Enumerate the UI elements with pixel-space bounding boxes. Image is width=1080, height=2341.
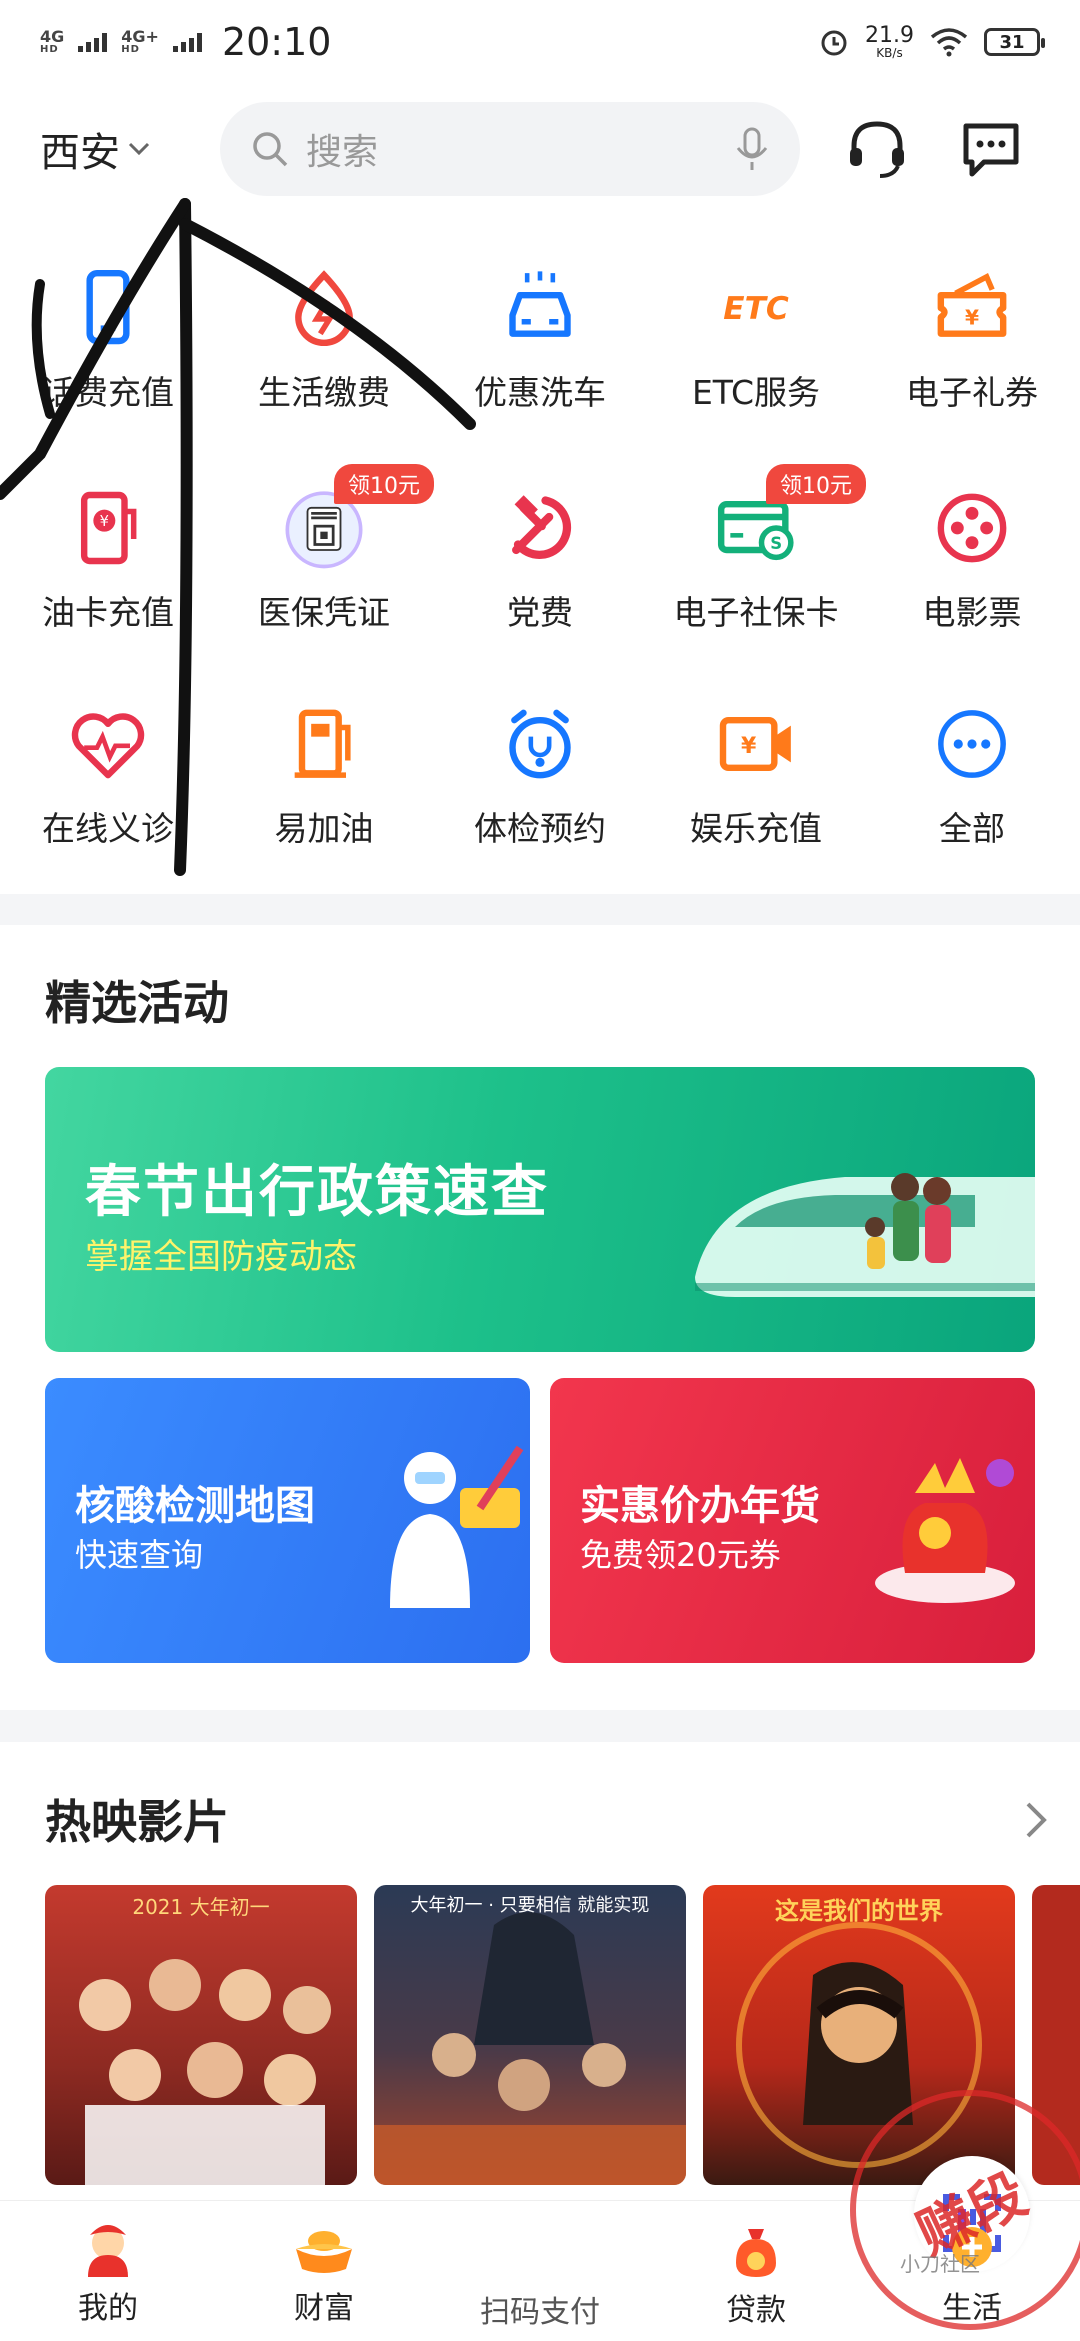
clock: 20:10 xyxy=(221,20,332,64)
film-poster-2[interactable]: 大年初一 · 只要相信 就能实现 xyxy=(374,1885,686,2185)
banner-title: 春节出行政策速查 xyxy=(85,1160,549,1225)
svg-text:ETC: ETC xyxy=(723,291,789,327)
medical-worker-illustration-icon xyxy=(390,1445,524,1608)
poster-text: 大年初一 · 只要相信 就能实现 xyxy=(410,1895,650,1916)
nav-label: 财富 xyxy=(294,2291,354,2326)
microphone-icon[interactable] xyxy=(734,126,770,172)
service-e-coupon[interactable]: ¥ 电子礼券 xyxy=(864,214,1080,414)
watermark-stamp: 赚段 xyxy=(850,2090,1080,2330)
svg-text:¥: ¥ xyxy=(741,734,757,759)
banner-new-year-goods[interactable]: 实惠价办年货 免费领20元券 xyxy=(550,1378,1035,1663)
service-grid: 话费充值 生活缴费 优惠洗车 ETC ETC服务 ¥ 电子礼券 ¥ 油卡充值 领… xyxy=(0,198,1080,894)
search-bar[interactable]: 搜索 xyxy=(220,102,800,196)
service-label: 电影票 xyxy=(922,593,1022,632)
more-icon xyxy=(938,710,1006,778)
nav-mine[interactable]: 我的 xyxy=(0,2201,216,2341)
film-poster-1[interactable]: 2021 大年初一 xyxy=(45,1885,357,2185)
banner-subtitle: 掌握全国防疫动态 xyxy=(85,1237,357,1277)
service-all[interactable]: 全部 xyxy=(864,650,1080,850)
banner-title: 实惠价办年货 xyxy=(580,1483,820,1529)
service-etc[interactable]: ETC ETC服务 xyxy=(648,214,864,414)
status-bar: 4G HD 4G+ HD 20:10 21.9 KB/s 31 xyxy=(0,0,1080,84)
wifi-icon xyxy=(930,28,968,57)
poster-text: 2021 大年初一 xyxy=(132,1895,270,1919)
nav-label: 扫码支付 xyxy=(480,2295,600,2330)
section-title: 精选活动 xyxy=(45,976,229,1030)
train-illustration-icon xyxy=(695,1173,1035,1297)
nav-label: 贷款 xyxy=(726,2293,786,2328)
service-social-security-card[interactable]: S 领10元 电子社保卡 xyxy=(648,434,866,634)
network-indicator-1: 4G HD xyxy=(40,29,64,55)
service-entertainment-topup[interactable]: ¥ 娱乐充值 xyxy=(648,650,864,850)
network-speed: 21.9 KB/s xyxy=(865,23,914,60)
banner-covid-test-map[interactable]: 核酸检测地图 快速查询 xyxy=(45,1378,530,1663)
message-icon[interactable] xyxy=(960,118,1022,180)
service-label: 全部 xyxy=(939,809,1005,848)
speed-value: 21.9 xyxy=(865,23,914,48)
network-sub: HD xyxy=(40,44,59,55)
money-bag-icon xyxy=(736,2229,776,2277)
banner-title: 核酸检测地图 xyxy=(75,1483,315,1529)
battery-icon: 31 xyxy=(984,28,1045,56)
chevron-down-icon xyxy=(128,142,150,156)
nav-label: 我的 xyxy=(78,2291,138,2326)
customer-service-icon[interactable] xyxy=(844,116,910,182)
network-sub: HD xyxy=(121,44,140,55)
poster-2-illustration-icon xyxy=(374,1912,686,2185)
city-label: 西安 xyxy=(40,130,120,176)
nav-wealth[interactable]: 财富 xyxy=(216,2201,432,2341)
alarm-icon xyxy=(821,30,847,56)
service-label: 电子礼券 xyxy=(906,373,1038,412)
nav-loan[interactable]: 贷款 xyxy=(648,2201,864,2341)
promo-badge: 领10元 xyxy=(766,464,866,504)
gift-bag-illustration-icon xyxy=(875,1458,1015,1603)
banner-subtitle: 免费领20元券 xyxy=(580,1536,781,1574)
service-label: ETC服务 xyxy=(691,373,821,412)
status-left: 4G HD 4G+ HD 20:10 xyxy=(40,20,331,64)
battery-level: 31 xyxy=(999,31,1025,53)
network-indicator-2: 4G+ HD xyxy=(121,29,159,55)
watermark-text: 小刀社区 xyxy=(900,2252,980,2276)
signal-icon xyxy=(172,32,202,52)
film-reel-icon xyxy=(937,493,1007,563)
svg-text:S: S xyxy=(770,534,782,553)
avatar-fortune-icon xyxy=(88,2225,128,2277)
banner-travel-policy[interactable]: 春节出行政策速查 掌握全国防疫动态 xyxy=(45,1067,1035,1352)
service-label: 电子社保卡 xyxy=(673,593,839,632)
featured-activities: 精选活动 春节出行政策速查 掌握全国防疫动态 核酸检测地图 快速查询 实惠价办年… xyxy=(0,925,1080,1710)
service-movie-ticket[interactable]: 电影票 xyxy=(864,434,1080,634)
etc-icon: ETC xyxy=(723,291,789,327)
header-actions xyxy=(844,116,1022,182)
coupon-icon: ¥ xyxy=(937,273,1007,337)
search-placeholder: 搜索 xyxy=(306,132,379,173)
city-selector[interactable]: 西安 xyxy=(40,120,190,178)
status-right: 21.9 KB/s 31 xyxy=(819,23,1045,60)
hand-drawn-arrow xyxy=(0,198,476,876)
speed-unit: KB/s xyxy=(876,46,903,60)
service-label: 娱乐充值 xyxy=(690,809,822,848)
chevron-right-icon[interactable] xyxy=(1024,1800,1048,1840)
video-yuan-icon: ¥ xyxy=(719,716,791,772)
signal-icon xyxy=(78,32,108,52)
nav-scan-pay[interactable]: 扫码支付 xyxy=(432,2156,1030,2341)
svg-text:¥: ¥ xyxy=(965,306,979,330)
gold-ingot-icon xyxy=(296,2231,352,2273)
poster-text: 这是我们的世界 xyxy=(775,1897,943,1925)
search-icon xyxy=(253,132,288,167)
section-title: 热映影片 xyxy=(45,1795,229,1849)
poster-1-illustration-icon xyxy=(79,1959,331,2185)
banner-subtitle: 快速查询 xyxy=(75,1536,204,1574)
